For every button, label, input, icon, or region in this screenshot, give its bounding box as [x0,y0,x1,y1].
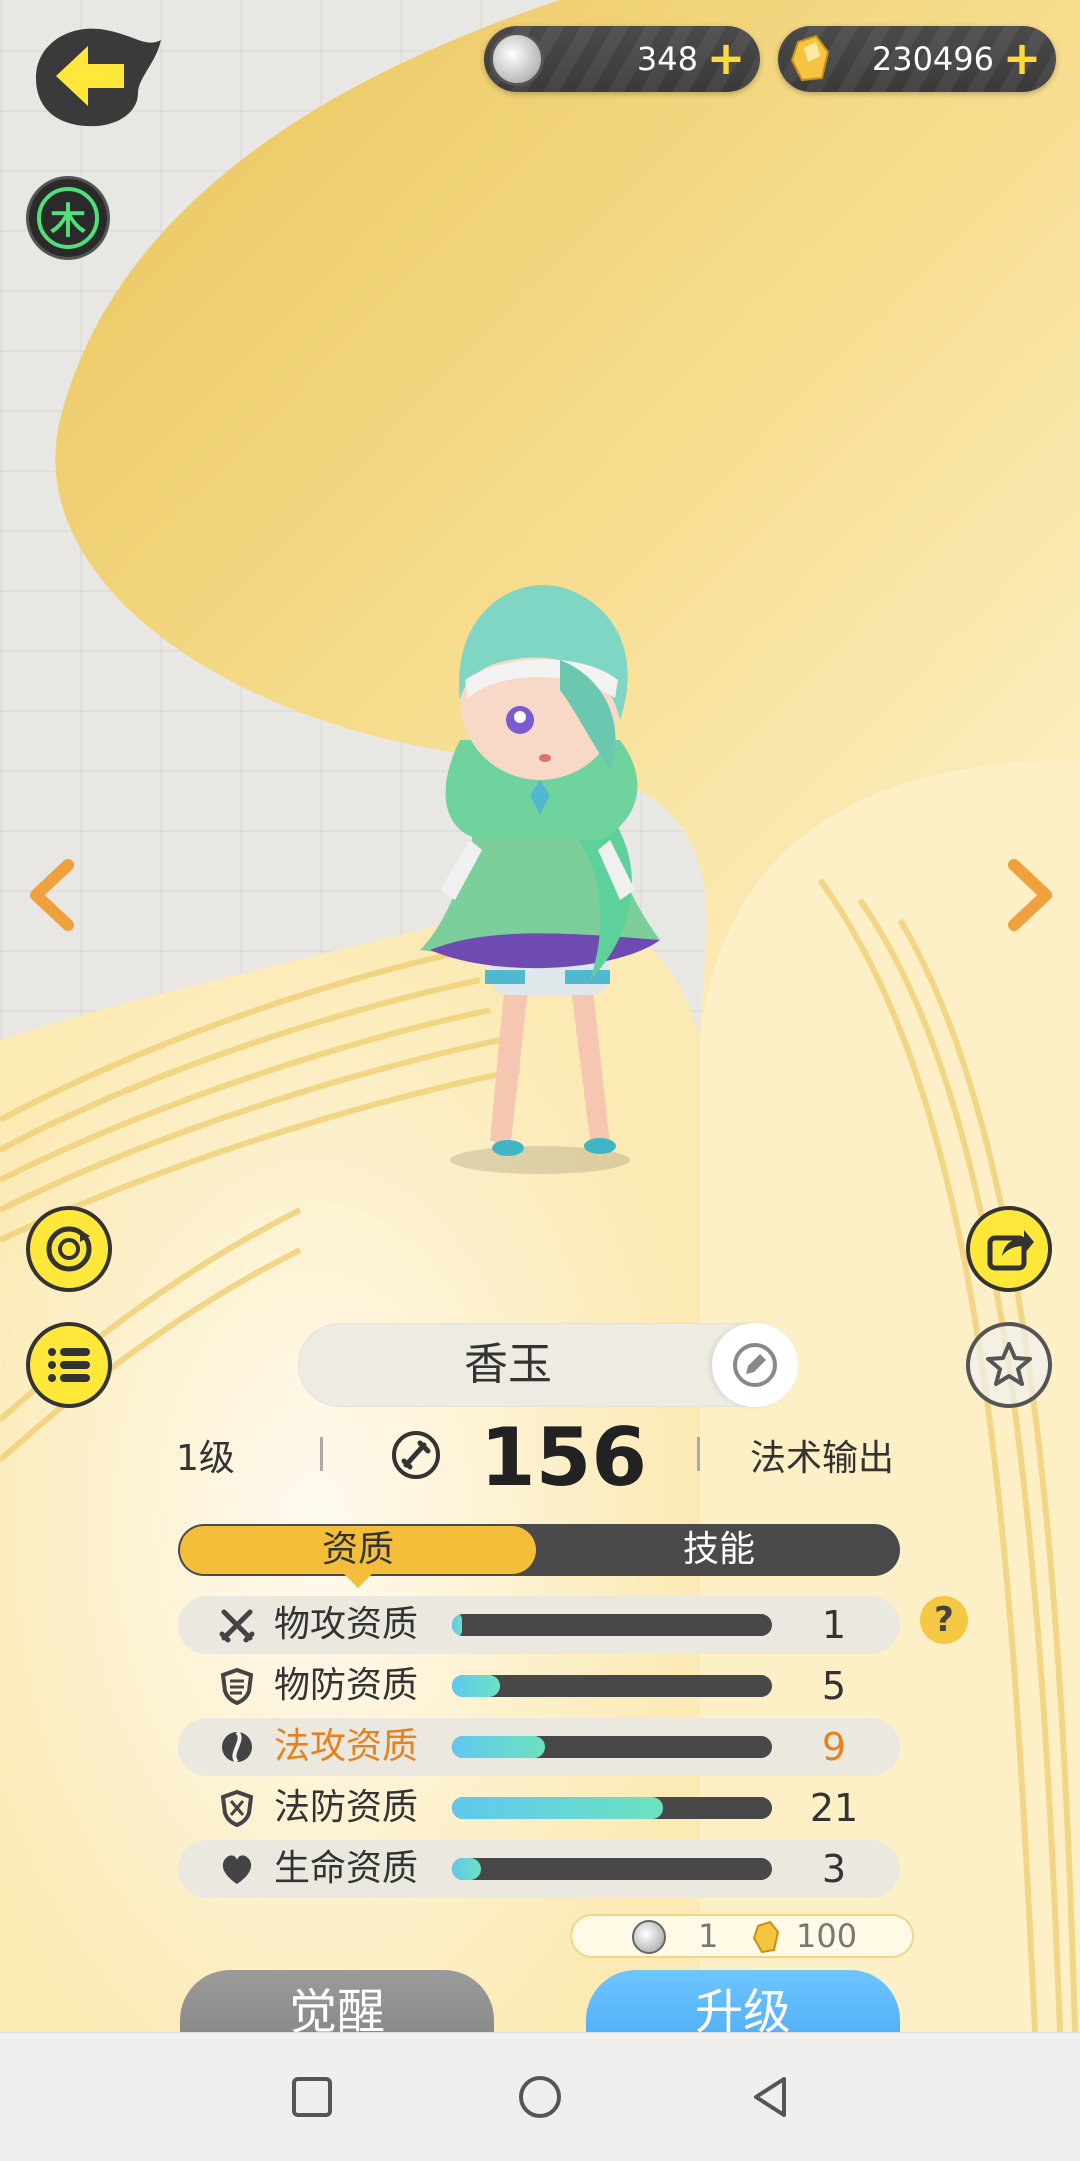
rename-button[interactable] [712,1323,798,1407]
crystal-cost: 100 [796,1917,858,1955]
attribute-value: 9 [821,1725,847,1769]
magic-shield-icon [220,1789,254,1827]
square-icon [292,2077,332,2117]
add-pearl-button[interactable]: + [706,35,746,81]
favorite-button[interactable] [966,1322,1052,1408]
crystal-currency: 230496 + [778,26,1056,92]
chevron-right-icon [1008,859,1052,931]
pearl-icon [490,32,544,86]
magic-orb-icon [222,1730,252,1764]
share-icon [987,1230,1034,1271]
recent-apps-button[interactable] [282,2067,342,2127]
chevron-left-icon [30,859,74,931]
attribute-bar [452,1736,772,1758]
list-icon [48,1348,90,1382]
upgrade-cost: 1 100 [570,1914,914,1958]
shield-icon [220,1667,254,1705]
pearl-currency: 348 + [484,26,760,92]
tab-aptitude[interactable]: 资质 [180,1526,536,1574]
detail-tabs: 资质 技能 [178,1524,900,1576]
character-summary: 1级 156 法术输出 [0,1411,1080,1504]
system-navigation-bar [0,2032,1080,2161]
attribute-bar [452,1675,772,1697]
attribute-label: 物防资质 [274,1665,419,1706]
crystal-icon [790,34,830,82]
combat-power-icon [392,1431,440,1479]
list-menu-button[interactable] [26,1322,112,1408]
pearl-cost: 1 [698,1917,719,1955]
attribute-bar [452,1614,772,1636]
character-name-plate: 香玉 [298,1323,798,1407]
crystal-count: 230496 [871,40,994,78]
heart-icon [222,1855,252,1884]
next-character-button[interactable] [1000,855,1060,935]
pearl-count: 348 [636,40,698,78]
attribute-label: 法攻资质 [274,1726,419,1767]
aptitude-help-button[interactable]: ? [920,1596,968,1644]
attribute-value: 5 [821,1664,847,1708]
back-nav-button[interactable] [740,2067,800,2127]
share-button[interactable] [966,1206,1052,1292]
attribute-row-physical-defense: 物防资质 5 [178,1657,900,1715]
divider [320,1437,323,1471]
attribute-label: 生命资质 [274,1848,419,1889]
attribute-row-magic-attack: 法攻资质 9 [178,1718,900,1776]
swords-icon [219,1609,255,1643]
combat-power-value: 156 [480,1411,647,1504]
role-label: 法术输出 [750,1438,895,1479]
previous-character-button[interactable] [22,855,82,935]
attribute-row-health: 生命资质 3 [178,1840,900,1898]
attribute-value: 3 [821,1847,847,1891]
attribute-label: 法防资质 [274,1787,419,1828]
element-label: 木 [37,187,99,249]
attribute-bar [452,1797,772,1819]
edit-pencil-icon [733,1343,777,1387]
attribute-label: 物攻资质 [274,1604,419,1645]
attribute-row-magic-defense: 法防资质 21 [178,1779,900,1837]
divider [697,1437,700,1471]
tab-skills[interactable]: 技能 [538,1524,900,1576]
refresh-swap-icon [46,1226,92,1272]
element-badge: 木 [26,176,110,260]
character-name: 香玉 [464,1339,552,1390]
character-model[interactable] [360,540,720,1180]
back-button[interactable] [26,18,166,128]
swap-character-button[interactable] [26,1206,112,1292]
crystal-icon [752,1920,780,1954]
attribute-row-physical-attack: 物攻资质 1 [178,1596,900,1654]
add-crystal-button[interactable]: + [1002,35,1042,81]
star-icon [986,1342,1032,1386]
attribute-value: 1 [821,1603,847,1647]
triangle-back-icon [754,2077,786,2117]
attribute-bar [452,1858,772,1880]
attribute-value: 21 [809,1786,859,1830]
pearl-icon [632,1920,666,1954]
tab-indicator [344,1574,372,1588]
level-label: 1级 [176,1438,235,1479]
circle-icon [519,2076,561,2118]
home-button[interactable] [510,2067,570,2127]
